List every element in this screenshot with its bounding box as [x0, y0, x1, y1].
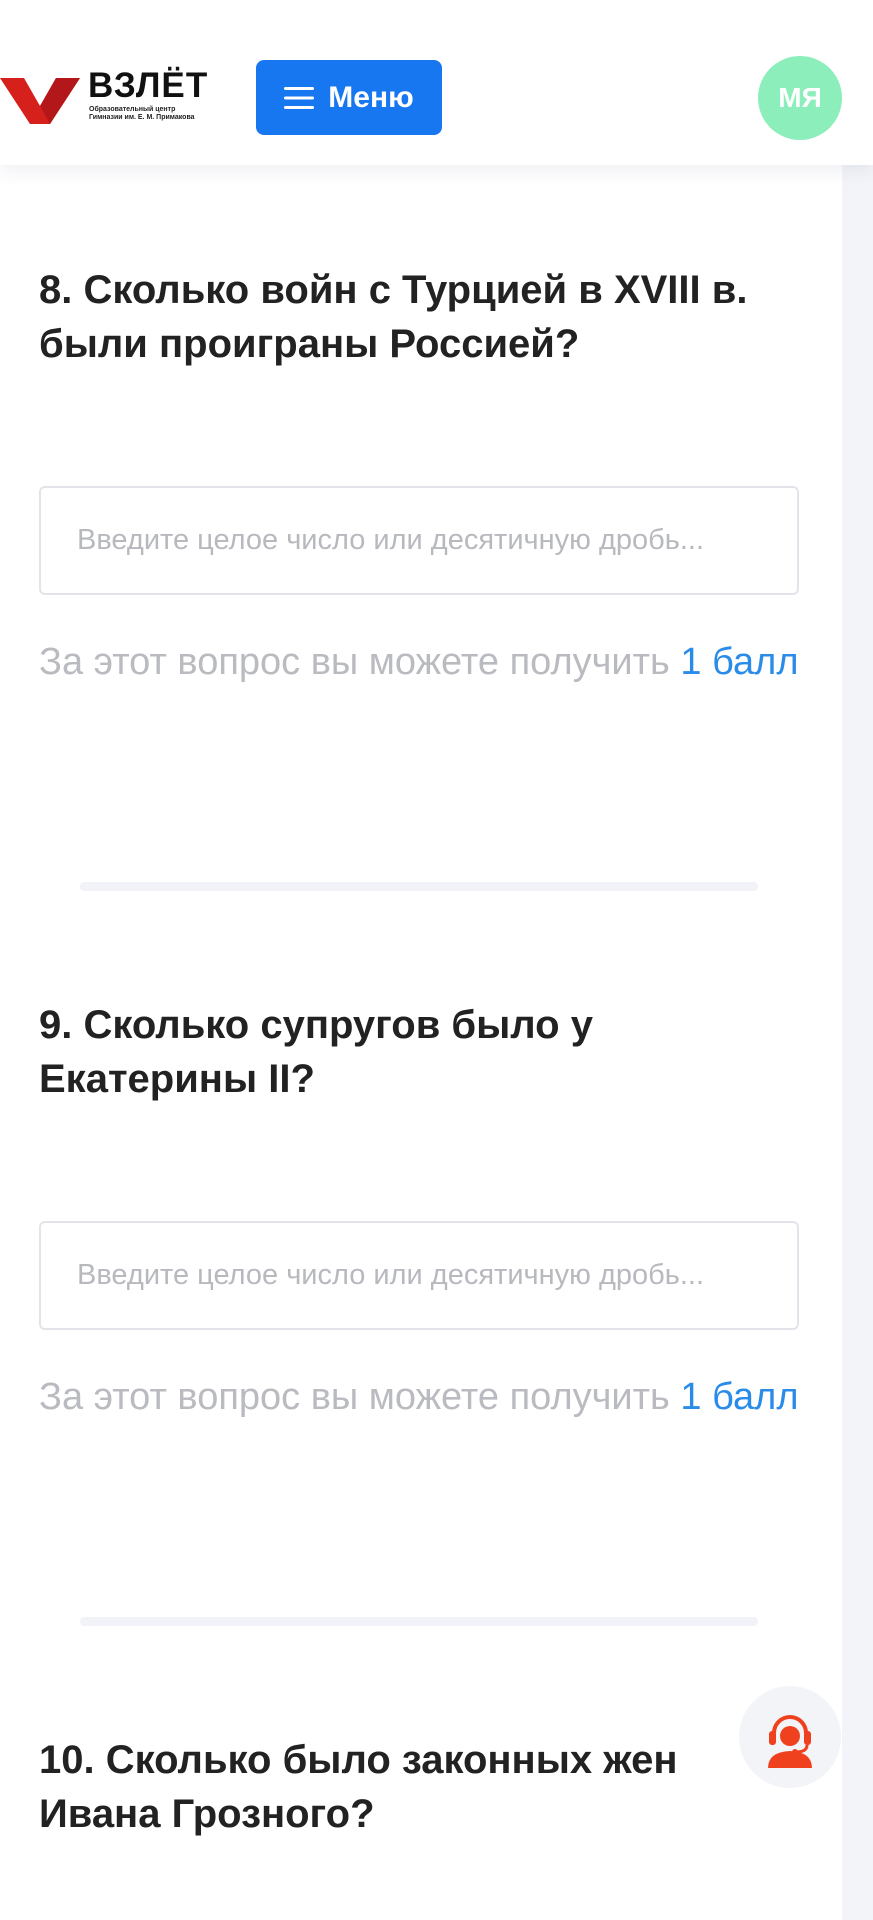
question-title: 10. Сколько было законных жен Ивана Гроз… [39, 1738, 678, 1836]
points-info: За этот вопрос вы можете получить 1 балл [39, 635, 799, 690]
avatar[interactable]: МЯ [758, 56, 842, 140]
answer-input[interactable] [39, 1221, 799, 1330]
points-text: За этот вопрос вы можете получить [39, 1376, 670, 1418]
question-title: 8. Сколько войн с Турцией в XVIII в. был… [39, 268, 748, 366]
question-10: 10. Сколько было законных жен Ивана Гроз… [39, 1733, 799, 1841]
logo-subtitle-line2: Гимназии им. Е. М. Примакова [89, 114, 195, 121]
hamburger-icon [284, 86, 315, 109]
logo-subtitle: Образовательный центр Гимназии им. Е. М.… [89, 106, 195, 122]
menu-label: Меню [328, 80, 414, 114]
question-9: 9. Сколько супругов было у Екатерины II?… [39, 998, 799, 1418]
logo-mark-icon [0, 78, 80, 124]
top-header: ВЗЛЁТ Образовательный центр Гимназии им.… [0, 0, 873, 165]
divider [80, 882, 758, 891]
answer-input[interactable] [39, 486, 799, 595]
logo-title: ВЗЛЁТ [88, 66, 209, 105]
question-title: 9. Сколько супругов было у Екатерины II? [39, 1003, 593, 1101]
divider [80, 1617, 758, 1626]
logo[interactable]: ВЗЛЁТ Образовательный центр Гимназии им.… [0, 64, 210, 126]
support-chat-button[interactable] [739, 1686, 841, 1788]
points-value: 1 балл [680, 1376, 799, 1418]
scrollbar-track[interactable] [842, 165, 873, 1920]
support-operator-icon [768, 1715, 812, 1768]
points-text: За этот вопрос вы можете получить [39, 641, 670, 683]
logo-subtitle-line1: Образовательный центр [89, 106, 176, 113]
points-info: За этот вопрос вы можете получить 1 балл [39, 1370, 799, 1425]
question-list: 8. Сколько войн с Турцией в XVIII в. был… [0, 165, 842, 1920]
menu-button[interactable]: Меню [256, 60, 442, 135]
points-value: 1 балл [680, 641, 799, 683]
question-8: 8. Сколько войн с Турцией в XVIII в. был… [39, 263, 799, 683]
